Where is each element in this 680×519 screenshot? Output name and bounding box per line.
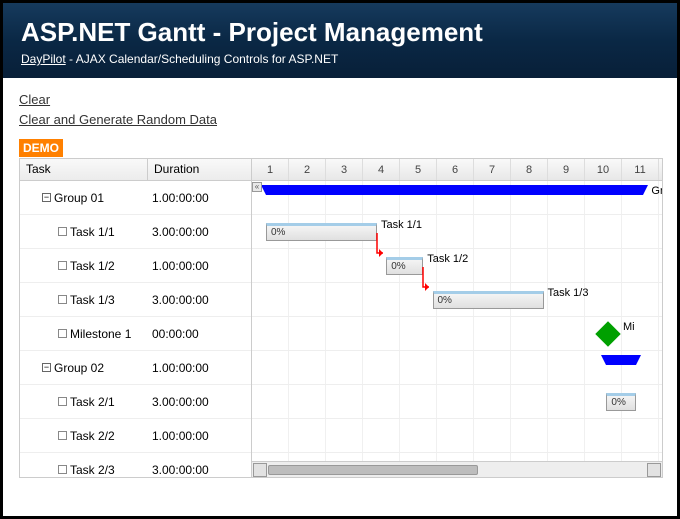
task-name-cell: Task 1/3 xyxy=(20,293,148,307)
task-row[interactable]: Milestone 1 00:00:00 xyxy=(20,317,251,351)
time-cell[interactable]: 6 xyxy=(437,159,474,180)
task-bar[interactable]: 0% xyxy=(266,223,377,241)
task-name-cell: Task 1/1 xyxy=(20,225,148,239)
milestone-diamond[interactable] xyxy=(595,321,620,346)
task-bar[interactable]: 0% xyxy=(433,291,544,309)
task-name-cell: Task 2/1 xyxy=(20,395,148,409)
time-cell[interactable]: 5 xyxy=(400,159,437,180)
task-icon xyxy=(58,397,67,406)
duration-label: 3.00:00:00 xyxy=(148,395,251,409)
task-name-cell: Group 01 xyxy=(20,191,148,205)
horizontal-scrollbar[interactable] xyxy=(252,461,662,477)
time-cell[interactable]: 10 xyxy=(585,159,622,180)
dependency-link xyxy=(421,267,441,300)
task-row[interactable]: Task 2/3 3.00:00:00 xyxy=(20,453,251,477)
task-icon xyxy=(58,227,67,236)
time-cell[interactable]: 9 xyxy=(548,159,585,180)
time-cell[interactable]: 3 xyxy=(326,159,363,180)
task-bar[interactable]: 0% xyxy=(606,393,636,411)
collapse-icon[interactable] xyxy=(42,193,51,202)
duration-label: 1.00:00:00 xyxy=(148,429,251,443)
gantt-row[interactable]: Grou xyxy=(252,181,662,215)
time-cell[interactable]: 1 xyxy=(252,159,289,180)
bar-label: Task 1/1 xyxy=(381,219,422,231)
task-row[interactable]: Task 2/2 1.00:00:00 xyxy=(20,419,251,453)
duration-label: 3.00:00:00 xyxy=(148,225,251,239)
scroll-arrow-left-icon[interactable] xyxy=(253,463,267,477)
scroll-left-icon[interactable]: « xyxy=(252,182,262,192)
generate-link[interactable]: Clear and Generate Random Data xyxy=(19,110,661,130)
task-name-label: Group 01 xyxy=(54,191,104,205)
clear-link[interactable]: Clear xyxy=(19,90,661,110)
gantt-row[interactable] xyxy=(252,419,662,453)
group-bar[interactable] xyxy=(606,355,636,365)
column-header-duration[interactable]: Duration xyxy=(148,159,251,180)
collapse-icon[interactable] xyxy=(42,363,51,372)
task-icon xyxy=(58,329,67,338)
duration-label: 3.00:00:00 xyxy=(148,463,251,477)
task-name-cell: Group 02 xyxy=(20,361,148,375)
time-cell[interactable]: 4 xyxy=(363,159,400,180)
bar-label: Task 1/3 xyxy=(548,287,589,299)
scroll-arrow-right-icon[interactable] xyxy=(647,463,661,477)
gantt-row[interactable]: 0% Task 1/1 xyxy=(252,215,662,249)
task-name-cell: Milestone 1 xyxy=(20,327,148,341)
time-cell[interactable]: 8 xyxy=(511,159,548,180)
bar-label: Mi xyxy=(623,321,635,333)
task-name-label: Milestone 1 xyxy=(70,327,131,341)
task-name-label: Group 02 xyxy=(54,361,104,375)
page-title: ASP.NET Gantt - Project Management xyxy=(21,17,659,48)
duration-label: 1.00:00:00 xyxy=(148,361,251,375)
task-name-cell: Task 2/3 xyxy=(20,463,148,477)
task-name-label: Task 1/2 xyxy=(70,259,115,273)
time-cell[interactable]: 7 xyxy=(474,159,511,180)
task-name-label: Task 2/3 xyxy=(70,463,115,477)
task-icon xyxy=(58,465,67,474)
task-name-cell: Task 2/2 xyxy=(20,429,148,443)
time-cell[interactable]: 11 xyxy=(622,159,659,180)
task-name-cell: Task 1/2 xyxy=(20,259,148,273)
task-icon xyxy=(58,261,67,270)
time-cell[interactable]: 2 xyxy=(289,159,326,180)
task-row[interactable]: Group 01 1.00:00:00 xyxy=(20,181,251,215)
task-icon xyxy=(58,295,67,304)
gantt-row[interactable]: Mi xyxy=(252,317,662,351)
bar-label: Grou xyxy=(651,185,662,197)
task-icon xyxy=(58,431,67,440)
duration-label: 00:00:00 xyxy=(148,327,251,341)
demo-badge: DEMO xyxy=(19,139,63,157)
task-row[interactable]: Task 1/2 1.00:00:00 xyxy=(20,249,251,283)
duration-label: 1.00:00:00 xyxy=(148,191,251,205)
gantt-row[interactable] xyxy=(252,351,662,385)
duration-label: 3.00:00:00 xyxy=(148,293,251,307)
dependency-link xyxy=(375,233,395,266)
timeline-pane: 1234567891011 Grou0%Task 1/10%Task 1/20%… xyxy=(252,159,662,477)
task-row[interactable]: Task 1/3 3.00:00:00 xyxy=(20,283,251,317)
page-subtitle: DayPilot - AJAX Calendar/Scheduling Cont… xyxy=(21,52,659,66)
bar-label: Task 1/2 xyxy=(427,253,468,265)
gantt-row[interactable]: 0% Task 1/3 xyxy=(252,283,662,317)
group-bar[interactable] xyxy=(266,185,643,195)
gantt-row[interactable]: 0%Task 1/2 xyxy=(252,249,662,283)
gantt-row[interactable]: 0% xyxy=(252,385,662,419)
page-header: ASP.NET Gantt - Project Management DayPi… xyxy=(3,3,677,78)
product-link[interactable]: DayPilot xyxy=(21,52,66,66)
scroll-thumb[interactable] xyxy=(268,465,478,475)
column-header-task[interactable]: Task xyxy=(20,159,148,180)
task-row[interactable]: Task 2/1 3.00:00:00 xyxy=(20,385,251,419)
task-row[interactable]: Task 1/1 3.00:00:00 xyxy=(20,215,251,249)
task-name-label: Task 1/3 xyxy=(70,293,115,307)
task-name-label: Task 2/1 xyxy=(70,395,115,409)
task-name-label: Task 1/1 xyxy=(70,225,115,239)
duration-label: 1.00:00:00 xyxy=(148,259,251,273)
task-row[interactable]: Group 02 1.00:00:00 xyxy=(20,351,251,385)
gantt-chart: Task Duration Group 01 1.00:00:00 Task 1/1… xyxy=(19,158,663,478)
task-name-label: Task 2/2 xyxy=(70,429,115,443)
task-list-pane: Task Duration Group 01 1.00:00:00 Task 1/1… xyxy=(20,159,252,477)
